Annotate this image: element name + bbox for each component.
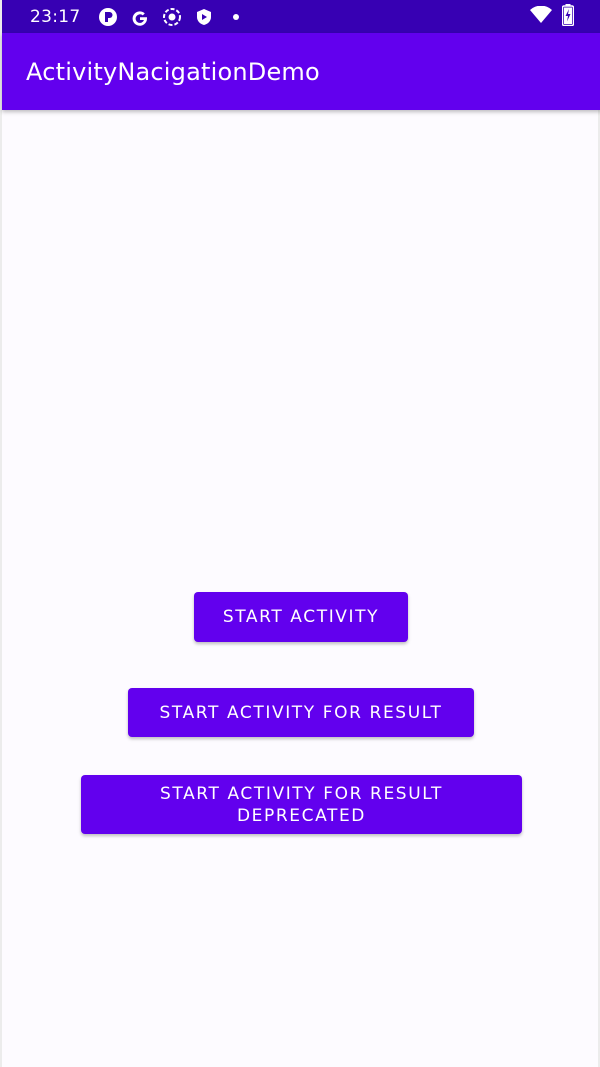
start-activity-button[interactable]: START ACTIVITY xyxy=(194,592,408,642)
status-system-icons xyxy=(530,3,575,30)
start-activity-for-result-button[interactable]: START ACTIVITY FOR RESULT xyxy=(128,688,474,737)
shield-icon xyxy=(193,6,215,28)
app-bar: ActivityNacigationDemo xyxy=(2,33,600,110)
more-dot-icon xyxy=(225,6,247,28)
start-activity-for-result-deprecated-button[interactable]: START ACTIVITY FOR RESULT DEPRECATED xyxy=(81,775,522,834)
wifi-icon xyxy=(530,5,552,28)
google-icon xyxy=(129,6,151,28)
status-bar: 23:17 xyxy=(2,0,600,33)
status-time: 23:17 xyxy=(30,6,81,27)
cast-icon xyxy=(161,6,183,28)
app-screen: 23:17 ActivityNacigationDemo START ACTIV… xyxy=(0,0,600,1067)
battery-charging-icon xyxy=(561,3,575,30)
notification-app-icon xyxy=(97,6,119,28)
status-notification-icons xyxy=(97,6,247,28)
app-title: ActivityNacigationDemo xyxy=(26,57,320,86)
main-content: START ACTIVITY START ACTIVITY FOR RESULT… xyxy=(2,110,600,1067)
